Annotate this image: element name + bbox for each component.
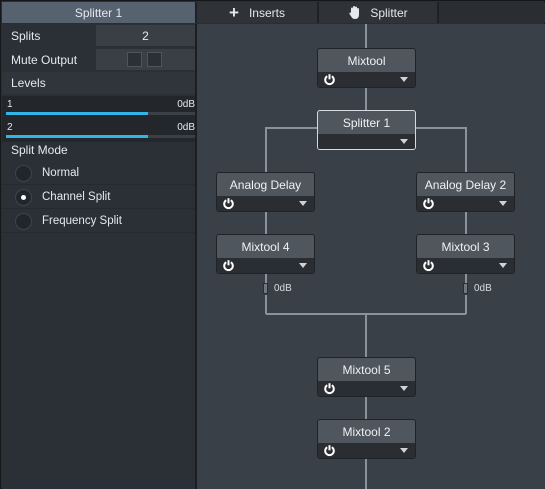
splits-row: Splits 2 [2,24,195,47]
node-mixtool-footer [318,72,415,87]
node-analog-delay-2-footer [417,196,514,211]
tab-splitter-1[interactable]: Splitter 1 [2,2,195,23]
tab-splitter-1-label: Splitter 1 [74,5,123,20]
split-mode-normal-label: Normal [42,167,80,179]
splitter-window: Splitter 1 + Inserts Splitter Splits 2 M… [0,0,545,489]
dropdown-arrow-icon[interactable] [400,386,408,391]
mute-output-label: Mute Output [11,52,78,67]
node-analog-delay-title: Analog Delay [229,177,302,192]
node-mixtool-2-title: Mixtool 2 [342,424,391,439]
splits-label: Splits [11,28,41,43]
node-mixtool-2[interactable]: Mixtool 2 [317,419,416,459]
node-mixtool-3-footer [417,258,514,273]
split-mode-frequency-option[interactable]: Frequency Split [2,210,195,233]
tab-inserts-label: Inserts [248,5,285,20]
hand-icon [349,6,360,19]
node-mixtool-title: Mixtool [347,53,386,68]
gain-control-right[interactable]: 0dB [463,283,492,294]
splits-value-field[interactable]: 2 [96,25,195,46]
level-slider-1[interactable]: 1 0dB [2,96,195,119]
power-icon[interactable] [422,197,435,210]
gain-slider-knob[interactable] [263,283,268,294]
split-mode-frequency-radio[interactable] [15,213,32,230]
split-mode-normal-radio[interactable] [15,165,32,182]
routing-canvas: Mixtool Splitter 1 Analog Delay Analog D… [197,24,545,489]
gain-left-value: 0dB [274,283,292,294]
level-2-value: 0dB [177,122,195,133]
level-2-index: 2 [7,122,13,133]
node-analog-delay[interactable]: Analog Delay [216,172,315,212]
tab-inserts[interactable]: + Inserts [197,2,317,23]
dropdown-arrow-icon[interactable] [400,448,408,453]
node-analog-delay-footer [217,196,314,211]
node-mixtool-4-footer [217,258,314,273]
mute-output-1-checkbox[interactable] [127,52,142,67]
split-mode-label: Split Mode [11,143,68,157]
gain-slider-knob[interactable] [463,283,468,294]
dropdown-arrow-icon[interactable] [499,263,507,268]
tab-splitter-label: Splitter [370,5,408,20]
mute-output-buttons [96,49,195,70]
dropdown-arrow-icon[interactable] [299,263,307,268]
node-splitter-1-title: Splitter 1 [342,115,391,130]
dropdown-arrow-icon[interactable] [499,201,507,206]
node-splitter-1-footer [318,134,415,149]
power-icon[interactable] [422,259,435,272]
power-icon[interactable] [222,197,235,210]
levels-header: Levels [2,72,195,94]
mute-output-2-checkbox[interactable] [147,52,162,67]
dropdown-arrow-icon[interactable] [400,139,408,144]
level-1-index: 1 [7,99,13,110]
gain-right-value: 0dB [474,283,492,294]
node-mixtool-3[interactable]: Mixtool 3 [416,234,515,274]
power-icon[interactable] [323,73,336,86]
split-mode-channel-radio[interactable] [15,189,32,206]
splitter-parameters-panel: Splits 2 Mute Output Levels 1 0dB 2 0dB [2,24,195,489]
level-1-fill [6,112,148,115]
split-mode-normal-option[interactable]: Normal [2,162,195,185]
node-mixtool-4[interactable]: Mixtool 4 [216,234,315,274]
split-mode-channel-option[interactable]: Channel Split [2,186,195,209]
level-1-value: 0dB [177,99,195,110]
node-mixtool-4-title: Mixtool 4 [241,239,290,254]
node-splitter-1[interactable]: Splitter 1 [317,110,416,150]
plus-icon: + [229,3,239,22]
tab-splitter[interactable]: Splitter [319,2,437,23]
splits-value: 2 [142,28,149,43]
levels-label: Levels [11,76,46,90]
node-mixtool-5[interactable]: Mixtool 5 [317,357,416,397]
split-mode-channel-label: Channel Split [42,191,111,203]
node-analog-delay-2-title: Analog Delay 2 [424,177,507,192]
node-analog-delay-2[interactable]: Analog Delay 2 [416,172,515,212]
level-1-track [148,112,195,115]
tab-bar: Splitter 1 + Inserts Splitter [2,2,545,23]
power-icon[interactable] [323,444,336,457]
dropdown-arrow-icon[interactable] [400,77,408,82]
node-mixtool[interactable]: Mixtool [317,48,416,88]
mute-output-row: Mute Output [2,48,195,71]
node-mixtool-5-title: Mixtool 5 [342,362,391,377]
power-icon[interactable] [323,382,336,395]
power-icon[interactable] [222,259,235,272]
node-mixtool-5-footer [318,381,415,396]
node-mixtool-2-footer [318,443,415,458]
node-mixtool-3-title: Mixtool 3 [441,239,490,254]
split-mode-frequency-label: Frequency Split [42,215,122,227]
tab-bar-empty-area [439,2,545,23]
gain-control-left[interactable]: 0dB [263,283,292,294]
dropdown-arrow-icon[interactable] [299,201,307,206]
split-mode-header: Split Mode [2,138,195,162]
